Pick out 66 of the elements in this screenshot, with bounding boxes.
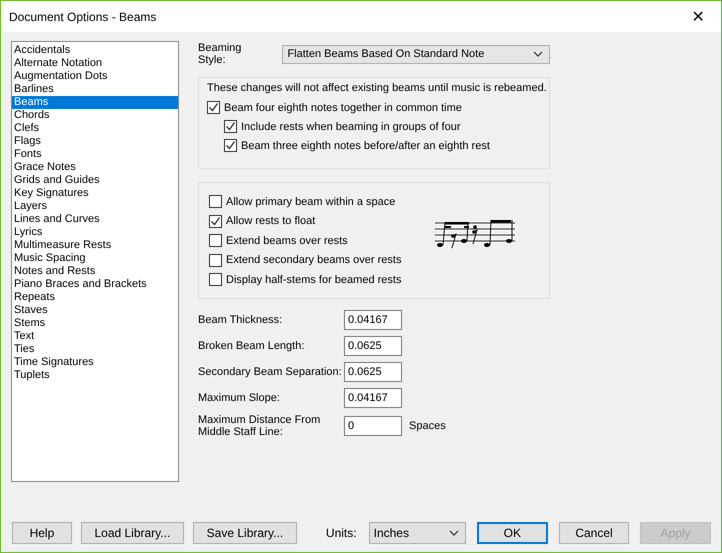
category-item[interactable]: Time Signatures bbox=[12, 356, 178, 369]
chevron-icon bbox=[448, 530, 459, 536]
units-label: Units: bbox=[326, 526, 357, 540]
input-field[interactable]: 0.04167 bbox=[344, 310, 402, 330]
category-item[interactable]: Flags bbox=[12, 135, 178, 148]
category-item[interactable]: Notes and Rests bbox=[12, 265, 178, 278]
category-item[interactable]: Grace Notes bbox=[12, 161, 178, 174]
category-item[interactable]: Repeats bbox=[12, 291, 178, 304]
checkbox-label: Beam three eighth notes before/after an eighth rest bbox=[241, 140, 490, 152]
category-item[interactable]: Barlines bbox=[12, 83, 178, 96]
unit-label: Spaces bbox=[409, 420, 446, 432]
category-item[interactable]: Accidentals bbox=[12, 44, 178, 57]
category-item[interactable]: Multimeasure Rests bbox=[12, 239, 178, 252]
units-dropdown[interactable]: Inches bbox=[368, 522, 466, 544]
checkbox[interactable] bbox=[224, 139, 237, 152]
checkbox[interactable] bbox=[209, 195, 222, 208]
checkbox-label: Beam four eighth notes together in common time bbox=[224, 102, 462, 114]
checkbox[interactable] bbox=[209, 234, 222, 247]
checkbox[interactable] bbox=[209, 254, 222, 266]
category-item[interactable]: Stems bbox=[12, 317, 178, 330]
category-item[interactable]: Beams bbox=[12, 96, 178, 109]
input-field[interactable]: 0 bbox=[344, 416, 402, 436]
dialog-button[interactable]: Cancel bbox=[558, 522, 630, 544]
category-item[interactable]: Key Signatures bbox=[12, 187, 178, 200]
field-label: Beam Thickness: bbox=[198, 314, 284, 326]
field-label: Broken Beam Length: bbox=[198, 340, 306, 352]
dialog-button[interactable]: OK bbox=[476, 522, 548, 544]
category-item[interactable]: Ties bbox=[12, 343, 178, 356]
footer-button[interactable]: Help bbox=[12, 522, 72, 544]
close-button[interactable]: ✕ bbox=[675, 1, 721, 32]
input-field[interactable]: 0.04167 bbox=[344, 388, 402, 408]
checkbox[interactable] bbox=[209, 214, 222, 228]
checkbox-label: Allow primary beam within a space bbox=[226, 196, 396, 208]
input-field[interactable]: 0.0625 bbox=[344, 362, 402, 382]
checkbox[interactable] bbox=[207, 101, 220, 114]
category-item[interactable]: Clefs bbox=[12, 122, 178, 135]
checkbox[interactable] bbox=[224, 120, 237, 133]
category-item[interactable]: Augmentation Dots bbox=[12, 70, 178, 83]
category-item[interactable]: Lines and Curves bbox=[12, 213, 178, 226]
window-title: Document Options - Beams bbox=[9, 10, 156, 24]
category-item[interactable]: Alternate Notation bbox=[12, 57, 178, 70]
footer-button[interactable]: Load Library... bbox=[80, 522, 184, 544]
beaming-style-dropdown[interactable]: Flatten Beams Based On Standard Note bbox=[282, 44, 550, 64]
category-item[interactable]: Lyrics bbox=[12, 226, 178, 239]
checkbox-label: Display half-stems for beamed rests bbox=[226, 274, 402, 286]
category-item[interactable]: Tuplets bbox=[12, 369, 178, 382]
checkbox-label: Include rests when beaming in groups of four bbox=[241, 120, 461, 132]
chevron-icon bbox=[533, 51, 543, 57]
checkbox-label: Extend beams over rests bbox=[226, 234, 348, 246]
category-item[interactable]: Fonts bbox=[12, 148, 178, 161]
category-item[interactable]: Staves bbox=[12, 304, 178, 317]
checkbox[interactable] bbox=[209, 273, 222, 286]
beaming-style-label: Beaming Style: bbox=[198, 42, 242, 66]
field-label: Maximum Distance From Middle Staff Line: bbox=[198, 414, 322, 438]
category-item[interactable]: Music Spacing bbox=[12, 252, 178, 265]
category-item[interactable]: Grids and Guides bbox=[12, 174, 178, 187]
checkbox-label: Allow rests to float bbox=[226, 215, 316, 227]
footer-button[interactable]: Save Library... bbox=[192, 522, 297, 544]
category-item[interactable]: Piano Braces and Brackets bbox=[12, 278, 178, 291]
field-label: Secondary Beam Separation: bbox=[198, 366, 343, 378]
checkbox-label: Extend secondary beams over rests bbox=[226, 254, 402, 266]
category-item[interactable]: Layers bbox=[12, 200, 178, 213]
input-field[interactable]: 0.0625 bbox=[344, 336, 402, 356]
field-label: Maximum Slope: bbox=[198, 392, 281, 404]
category-item[interactable]: Text bbox=[12, 330, 178, 343]
category-item[interactable]: Chords bbox=[12, 109, 178, 122]
